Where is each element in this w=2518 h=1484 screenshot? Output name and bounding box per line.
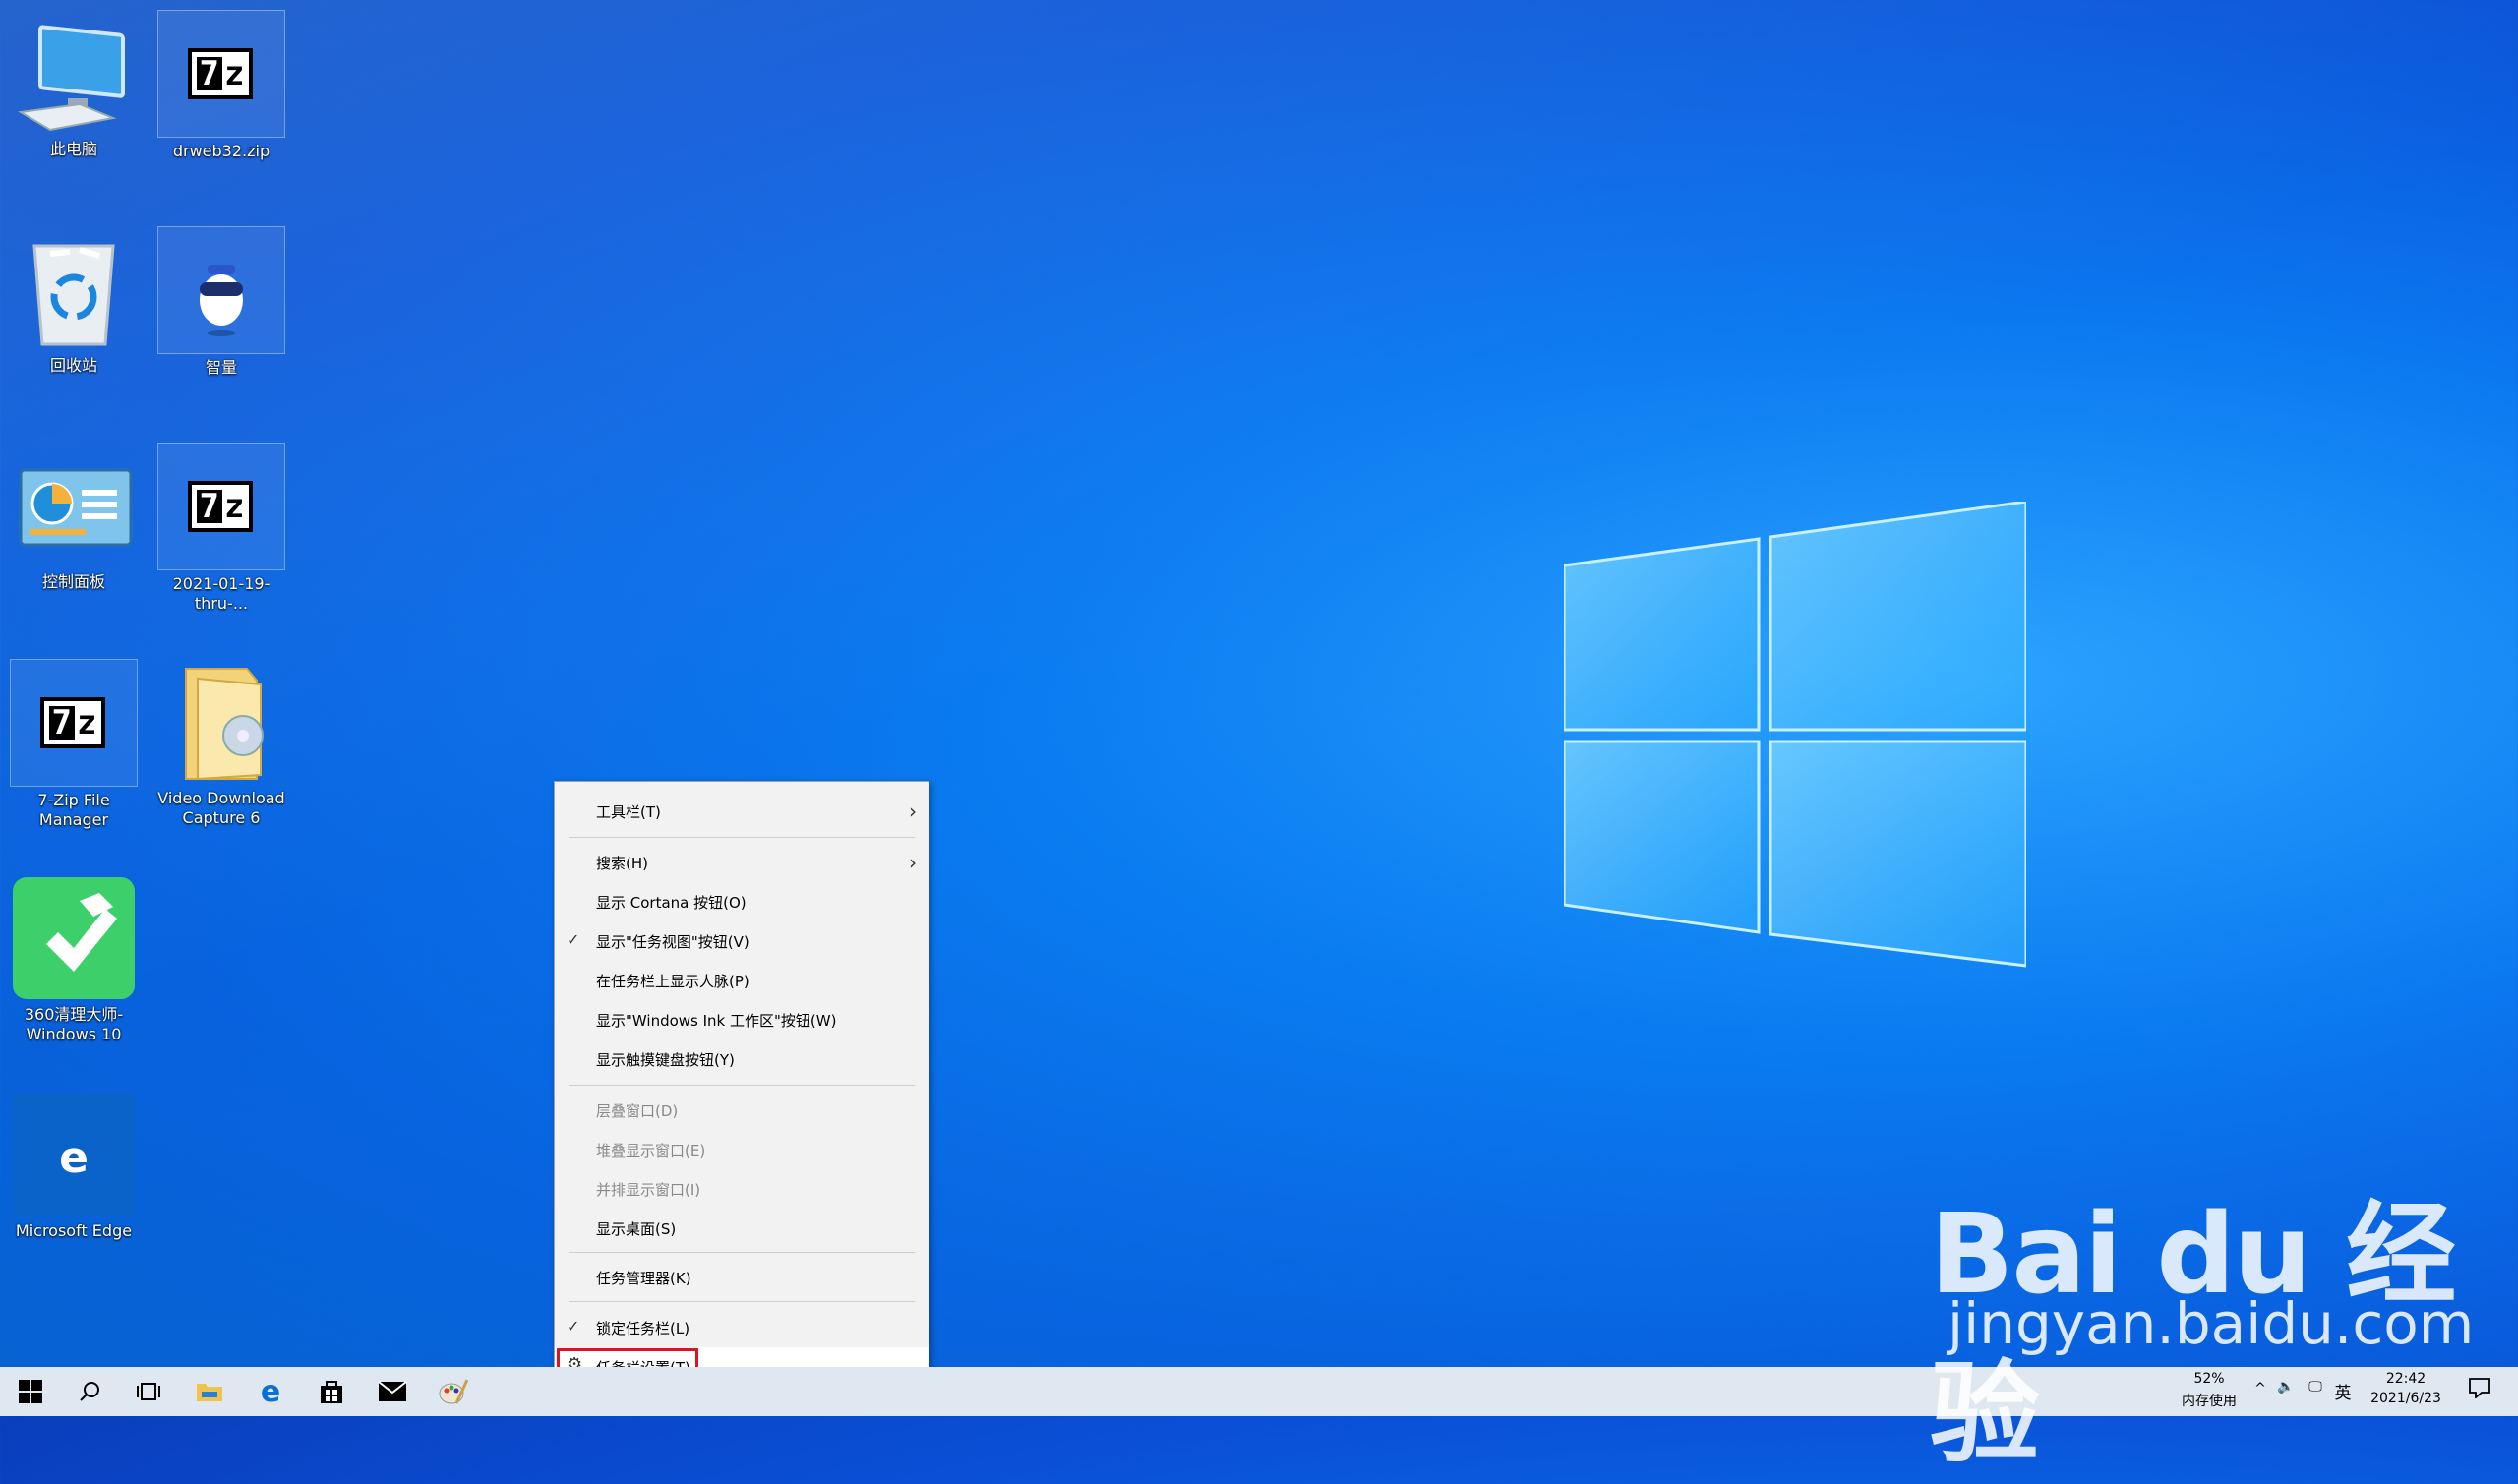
file-explorer-button[interactable] [179,1367,240,1416]
menu-item-lock-taskbar[interactable]: ✓ 锁定任务栏(L) [555,1308,929,1347]
desktop-icon-microsoft-edge[interactable]: e Microsoft Edge [5,1092,143,1241]
mail-button[interactable] [362,1367,423,1416]
chevron-right-icon: › [909,851,917,874]
store-icon [321,1381,342,1403]
desktop-icon-control-panel[interactable]: 控制面板 [5,443,143,592]
7zip-archive-icon: 7z [157,443,285,570]
desktop-icon-recycle-bin[interactable]: 回收站 [5,226,143,376]
cleaner-app-icon [11,875,137,1001]
desktop-icon-this-pc[interactable]: 此电脑 [5,10,143,159]
start-icon [19,1380,42,1403]
desktop-icon-7zip-manager[interactable]: 7z 7-Zip File Manager [5,659,143,830]
menu-item-side-by-side[interactable]: 并排显示窗口(I) [555,1169,929,1209]
folder-icon [158,659,284,785]
menu-item-cascade-windows[interactable]: 层叠窗口(D) [555,1091,929,1130]
7zip-archive-icon: 7z [157,10,285,138]
control-panel-icon [11,443,137,568]
7zip-app-icon: 7z [10,659,138,787]
desktop-icon-drweb32[interactable]: 7z drweb32.zip [152,10,290,161]
desktop-icon-video-download-capture[interactable]: Video Download Capture 6 [152,659,290,828]
menu-item-show-windows-ink[interactable]: 显示"Windows Ink 工作区"按钮(W) [555,1000,929,1039]
file-explorer-icon [197,1384,222,1401]
checkmark-icon: ✓ [567,1317,580,1336]
menu-separator [569,1085,915,1086]
menu-separator [569,1301,915,1302]
menu-separator [569,837,915,838]
edge-icon: e [260,1374,281,1409]
menu-item-show-people[interactable]: 在任务栏上显示人脉(P) [555,961,929,1000]
task-view-icon [137,1383,160,1400]
computer-icon [11,10,137,136]
windows-logo-wallpaper [1564,502,2026,968]
menu-item-show-touch-keyboard[interactable]: 显示触摸键盘按钮(Y) [555,1039,929,1079]
checkmark-icon: ✓ [567,930,580,949]
desktop-icon-2021-archive[interactable]: 7z 2021-01-19-thru-... [152,443,290,614]
taskbar-search-button[interactable] [59,1367,120,1416]
menu-item-task-manager[interactable]: 任务管理器(K) [555,1258,929,1297]
menu-item-search[interactable]: 搜索(H) › [555,843,929,882]
store-button[interactable] [301,1367,362,1416]
edge-taskbar-button[interactable]: e [240,1367,301,1416]
paint-icon [439,1379,468,1404]
chevron-right-icon: › [909,800,917,823]
robot-app-icon [157,226,285,354]
desktop-icon-360-cleaner[interactable]: 360清理大师-Windows 10 [5,875,143,1044]
menu-item-show-task-view[interactable]: ✓ 显示"任务视图"按钮(V) [555,921,929,961]
taskbar-context-menu: 工具栏(T) › 搜索(H) › 显示 Cortana 按钮(O) ✓ 显示"任… [554,781,929,1396]
menu-item-show-desktop[interactable]: 显示桌面(S) [555,1209,929,1248]
recycle-bin-icon [11,226,137,352]
menu-item-show-cortana[interactable]: 显示 Cortana 按钮(O) [555,882,929,921]
menu-item-stack-windows[interactable]: 堆叠显示窗口(E) [555,1130,929,1169]
desktop-icon-zhiliang[interactable]: 智量 [152,226,290,378]
paint-button[interactable] [423,1367,484,1416]
menu-item-toolbars[interactable]: 工具栏(T) › [555,792,929,831]
task-view-button[interactable] [118,1367,179,1416]
search-icon [80,1382,99,1401]
watermark-url: jingyan.baidu.com [1948,1290,2475,1357]
edge-icon: e [11,1092,137,1217]
menu-separator [569,1252,915,1253]
mail-icon [378,1381,407,1401]
start-button[interactable] [0,1367,61,1416]
svg-text:e: e [59,1133,89,1183]
